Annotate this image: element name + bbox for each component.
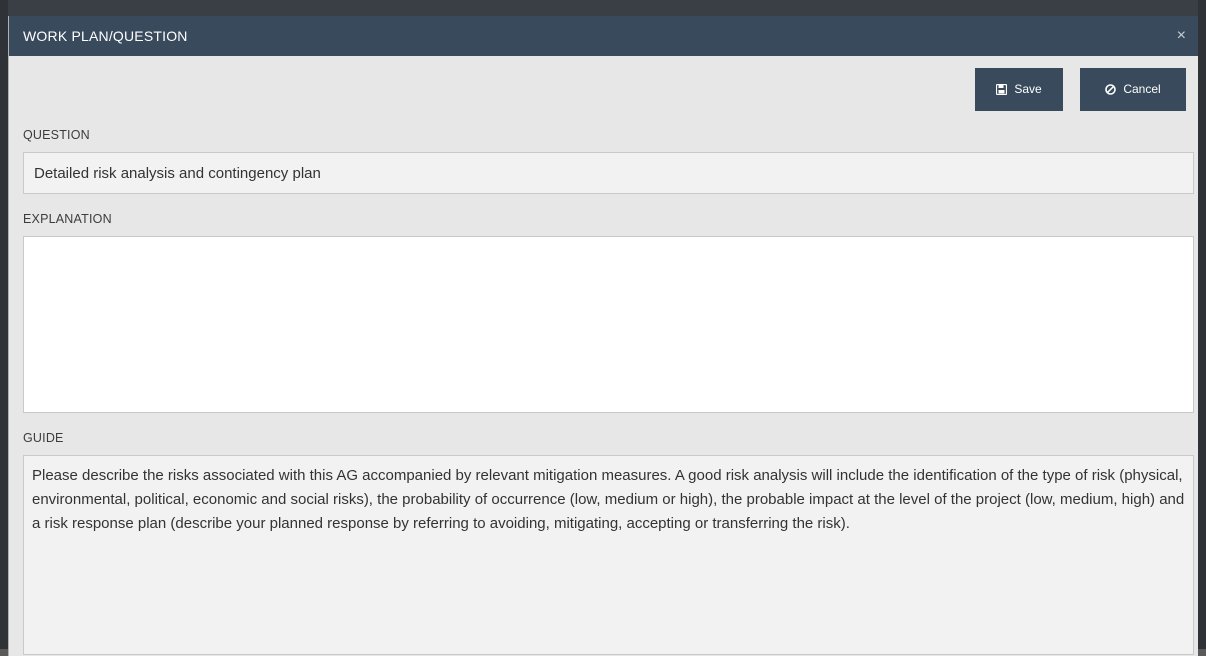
guide-label: GUIDE xyxy=(23,431,64,445)
modal-title: WORK PLAN/QUESTION xyxy=(23,28,188,44)
page-backdrop xyxy=(0,0,1206,16)
work-plan-question-modal: WORK PLAN/QUESTION × Save Cancel QUESTIO… xyxy=(8,16,1198,656)
question-field: Detailed risk analysis and contingency p… xyxy=(23,152,1194,194)
question-label: QUESTION xyxy=(23,128,90,142)
save-button[interactable]: Save xyxy=(975,67,1063,111)
question-value: Detailed risk analysis and contingency p… xyxy=(34,164,321,182)
modal-toolbar: Save Cancel xyxy=(9,56,1198,116)
backdrop-left-edge xyxy=(0,0,8,649)
floppy-disk-icon xyxy=(996,83,1008,95)
modal-header: WORK PLAN/QUESTION × xyxy=(9,16,1198,56)
cancel-button-label: Cancel xyxy=(1123,82,1161,96)
cancel-button[interactable]: Cancel xyxy=(1080,67,1186,111)
close-icon[interactable]: × xyxy=(1177,28,1186,44)
modal-content: QUESTION Detailed risk analysis and cont… xyxy=(9,128,1198,655)
save-button-label: Save xyxy=(1014,82,1042,96)
explanation-textarea[interactable] xyxy=(23,236,1194,413)
guide-text: Please describe the risks associated wit… xyxy=(23,455,1194,655)
backdrop-right-edge xyxy=(1198,0,1206,649)
explanation-label: EXPLANATION xyxy=(23,212,112,226)
ban-icon xyxy=(1105,83,1117,95)
